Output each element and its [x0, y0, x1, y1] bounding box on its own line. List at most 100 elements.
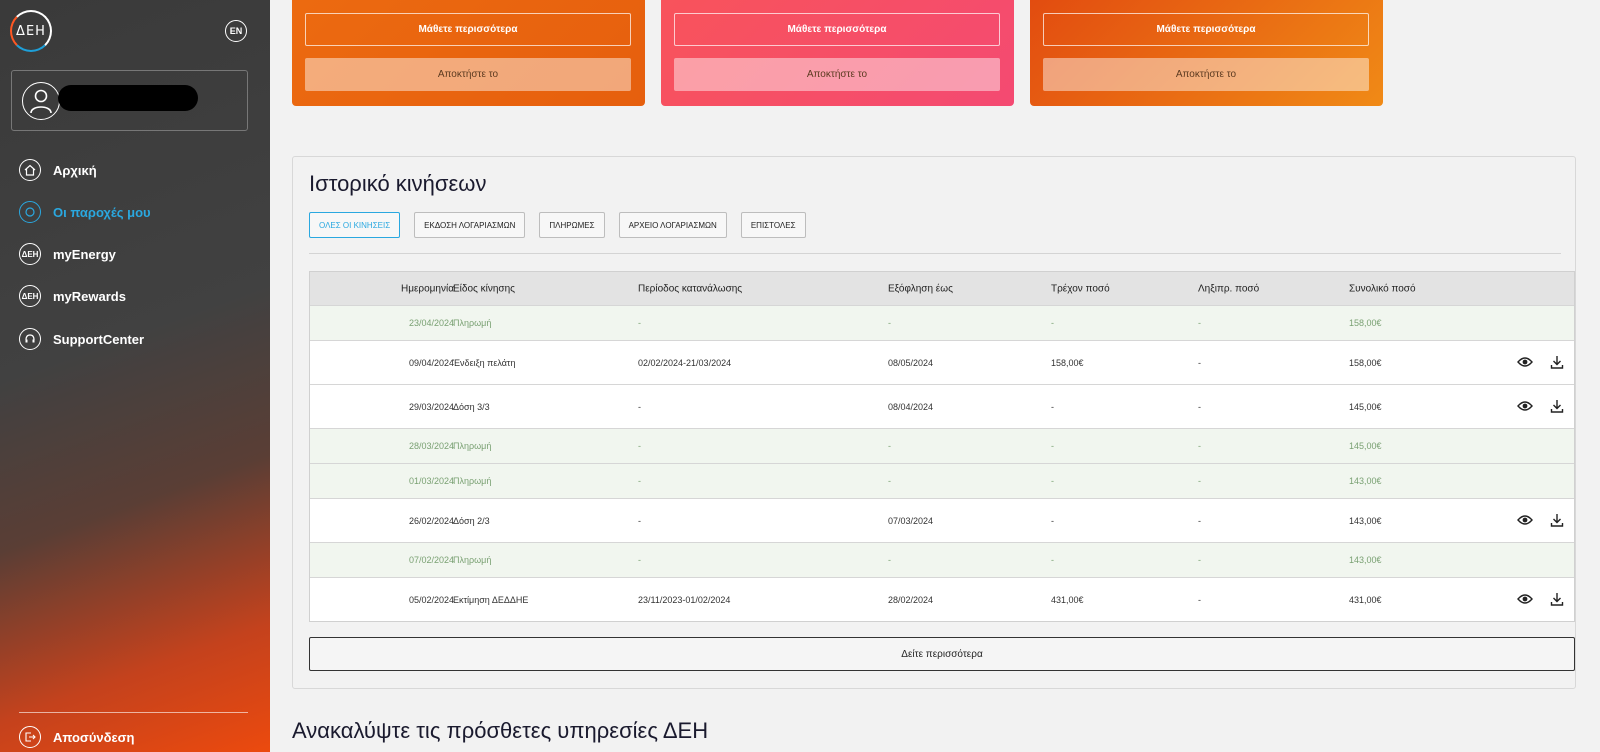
nav-myenergy[interactable]: ΔΕΗ myEnergy — [19, 243, 116, 265]
cell-total: 143,00€ — [1349, 555, 1382, 565]
cell-period: - — [638, 441, 641, 451]
nav-myrewards[interactable]: ΔΕΗ myRewards — [19, 285, 126, 307]
table-row: 09/04/2024 Ένδειξη πελάτη 02/02/2024-21/03… — [310, 340, 1574, 384]
table-row: 29/03/2024 Δόση 3/3 - 08/04/2024 - - 145,00€ — [310, 384, 1574, 428]
cell-type: Εκτίμηση ΔΕΔΔΗΕ — [453, 594, 529, 605]
cell-overdue: - — [1198, 357, 1201, 368]
nav-my-supplies[interactable]: Οι παροχές μου — [19, 201, 151, 223]
cell-due: 07/03/2024 — [888, 515, 934, 526]
user-profile-card[interactable] — [11, 70, 248, 131]
cell-total: 158,00€ — [1349, 357, 1382, 368]
cell-period: 02/02/2024-21/03/2024 — [638, 357, 732, 368]
cell-date: 28/03/2024 — [408, 441, 454, 451]
nav-label: myEnergy — [53, 246, 116, 262]
view-icon[interactable] — [1517, 514, 1533, 528]
cell-date: 26/02/2024 — [408, 515, 454, 526]
cell-total: 431,00€ — [1349, 594, 1382, 605]
cell-date: 05/02/2024 — [408, 594, 454, 605]
services-title: Ανακαλύψτε τις πρόσθετες υπηρεσίες ΔΕΗ — [292, 718, 709, 743]
cell-overdue: - — [1198, 594, 1201, 605]
cell-type: Δόση 2/3 — [453, 515, 490, 526]
filter-letters[interactable]: ΕΠΙΣΤΟΛΕΣ — [740, 212, 806, 238]
view-icon[interactable] — [1517, 400, 1533, 414]
header-total: Συνολικό ποσό — [1349, 283, 1416, 294]
cell-total: 145,00€ — [1349, 401, 1382, 412]
header-current: Τρέχον ποσό — [1051, 283, 1110, 294]
table-header: Ημερομηνία Είδος κίνησης Περίοδος κατανά… — [310, 272, 1574, 305]
cell-date: 09/04/2024 — [408, 357, 454, 368]
get-it-button[interactable]: Αποκτήστε το — [305, 58, 631, 91]
cell-due: - — [888, 476, 891, 486]
language-toggle[interactable]: EN — [225, 20, 247, 42]
separator — [309, 253, 1561, 254]
cell-current: - — [1051, 515, 1054, 526]
get-it-button[interactable]: Αποκτήστε το — [1043, 58, 1369, 91]
table-row: 05/02/2024 Εκτίμηση ΔΕΔΔΗΕ 23/11/2023-01/0… — [310, 577, 1574, 621]
nav-supportcenter[interactable]: SupportCenter — [19, 328, 144, 350]
nav-label: Αρχική — [53, 162, 97, 178]
download-icon[interactable] — [1550, 513, 1564, 529]
history-title: Ιστορικό κινήσεων — [309, 171, 487, 196]
cell-total: 158,00€ — [1349, 318, 1382, 328]
cell-due: - — [888, 555, 891, 565]
view-icon[interactable] — [1517, 593, 1533, 607]
sidebar-divider — [19, 712, 248, 713]
cell-type: Πληρωμή — [453, 441, 492, 451]
filter-bill-issue[interactable]: ΕΚΔΟΣΗ ΛΟΓΑΡΙΑΣΜΩΝ — [414, 212, 526, 238]
sidebar: ΔΕΗ EN Αρχική Οι παροχές μου ΔΕΗ myEnerg… — [0, 0, 270, 752]
cell-type: Πληρωμή — [453, 476, 492, 486]
learn-more-button[interactable]: Μάθετε περισσότερα — [674, 13, 1000, 46]
download-icon[interactable] — [1550, 399, 1564, 415]
meter-icon — [19, 201, 41, 223]
history-table: Ημερομηνία Είδος κίνησης Περίοδος κατανά… — [309, 271, 1575, 622]
learn-more-button[interactable]: Μάθετε περισσότερα — [1043, 13, 1369, 46]
cell-overdue: - — [1198, 515, 1201, 526]
nav-label: myRewards — [53, 288, 126, 304]
deh-icon: ΔΕΗ — [19, 285, 41, 307]
cell-overdue: - — [1198, 318, 1201, 328]
cell-overdue: - — [1198, 555, 1201, 565]
cell-period: - — [638, 476, 641, 486]
redacted-username — [58, 85, 198, 111]
nav-home[interactable]: Αρχική — [19, 159, 97, 181]
header-due: Εξόφληση έως — [888, 283, 953, 294]
download-icon[interactable] — [1550, 592, 1564, 608]
table-row: 28/03/2024 Πληρωμή - - - - 145,00€ — [310, 428, 1574, 463]
cell-current: 431,00€ — [1051, 594, 1084, 605]
cell-due: - — [888, 441, 891, 451]
cell-type: Ένδειξη πελάτη — [453, 357, 516, 368]
cell-type: Πληρωμή — [453, 555, 492, 565]
logout-button[interactable]: Αποσύνδεση — [19, 726, 135, 748]
header-period: Περίοδος κατανάλωσης — [638, 283, 743, 294]
cell-current: - — [1051, 441, 1054, 451]
learn-more-button[interactable]: Μάθετε περισσότερα — [305, 13, 631, 46]
cell-current: - — [1051, 555, 1054, 565]
cell-type: Πληρωμή — [453, 318, 492, 328]
transaction-history-panel: Ιστορικό κινήσεων ΟΛΕΣ ΟΙ ΚΙΝΗΣΕΙΣ ΕΚΔΟΣ… — [292, 156, 1576, 689]
cell-period: - — [638, 318, 641, 328]
see-more-button[interactable]: Δείτε περισσότερα — [309, 637, 1575, 671]
cell-date: 23/04/2024 — [408, 318, 454, 328]
get-it-button[interactable]: Αποκτήστε το — [674, 58, 1000, 91]
view-icon[interactable] — [1517, 356, 1533, 370]
cell-due: 08/05/2024 — [888, 357, 934, 368]
filter-all[interactable]: ΟΛΕΣ ΟΙ ΚΙΝΗΣΕΙΣ — [309, 212, 401, 238]
header-type: Είδος κίνησης — [453, 283, 515, 294]
table-row: 01/03/2024 Πληρωμή - - - - 143,00€ — [310, 463, 1574, 498]
filter-payments[interactable]: ΠΛΗΡΩΜΕΣ — [539, 212, 605, 238]
cell-period: - — [638, 401, 641, 412]
cell-current: - — [1051, 401, 1054, 412]
cell-overdue: - — [1198, 476, 1201, 486]
download-icon[interactable] — [1550, 355, 1564, 371]
promo-card: Μάθετε περισσότερα Αποκτήστε το — [661, 0, 1014, 106]
cell-due: 08/04/2024 — [888, 401, 934, 412]
deh-logo[interactable]: ΔΕΗ — [10, 10, 52, 52]
table-row: 07/02/2024 Πληρωμή - - - - 143,00€ — [310, 542, 1574, 577]
filter-bill-archive[interactable]: ΑΡΧΕΙΟ ΛΟΓΑΡΙΑΣΜΩΝ — [618, 212, 727, 238]
cell-current: - — [1051, 476, 1054, 486]
deh-icon: ΔΕΗ — [19, 243, 41, 265]
logout-label: Αποσύνδεση — [53, 729, 135, 745]
cell-total: 145,00€ — [1349, 441, 1382, 451]
cell-total: 143,00€ — [1349, 476, 1382, 486]
cell-overdue: - — [1198, 401, 1201, 412]
